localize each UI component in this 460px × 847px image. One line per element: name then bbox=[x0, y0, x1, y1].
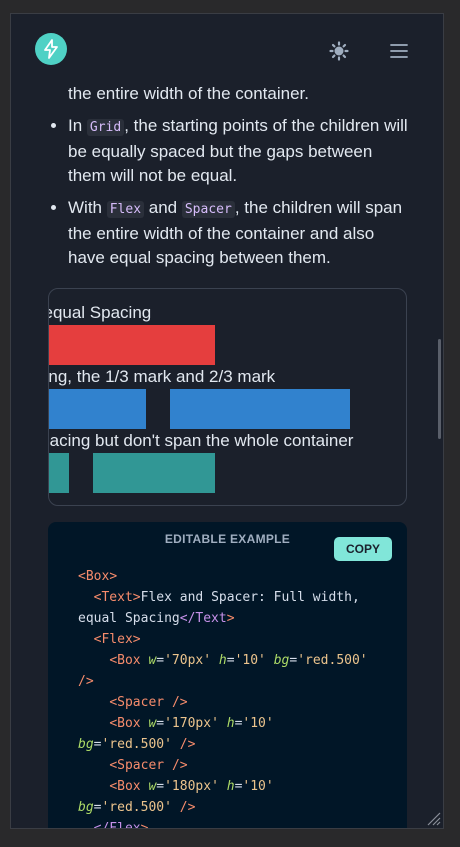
bullet-text: With bbox=[68, 198, 107, 217]
preview-row-title: Grid: The children start at the beginnin… bbox=[48, 367, 276, 386]
preview-teal-box bbox=[49, 453, 69, 493]
hamburger-icon[interactable] bbox=[390, 43, 408, 59]
bullet-list: In Grid, the starting points of the chil… bbox=[51, 114, 408, 278]
preview-blue-box bbox=[49, 389, 146, 429]
code-block[interactable]: <Box> <Text>Flex and Spacer: Full width,… bbox=[78, 566, 368, 828]
paragraph-partial-line: the entire width of the container. bbox=[68, 84, 309, 103]
live-preview[interactable]: Flex and Spacer: Full width, equal Spaci… bbox=[48, 288, 407, 506]
list-item: With Flex and Spacer, the children will … bbox=[68, 196, 408, 270]
bullet-text: and bbox=[144, 198, 182, 217]
top-bar bbox=[11, 14, 443, 84]
preview-row-title: Flex and Spacer: Full width, equal Spaci… bbox=[49, 303, 152, 322]
copy-button[interactable]: COPY bbox=[334, 537, 392, 561]
preview-red-box bbox=[49, 325, 215, 365]
preview-blue-box bbox=[170, 389, 350, 429]
preview-row-title: Grid: The children are have equal spacin… bbox=[49, 431, 354, 450]
scrollbar-thumb[interactable] bbox=[438, 339, 441, 439]
list-item: In Grid, the starting points of the chil… bbox=[68, 114, 408, 188]
inline-code: Grid bbox=[86, 119, 125, 136]
code-editor[interactable]: EDITABLE EXAMPLE COPY <Box> <Text>Flex a… bbox=[48, 522, 407, 828]
preview-teal-box bbox=[93, 453, 215, 493]
app-window: the entire width of the container. In Gr… bbox=[10, 13, 444, 829]
inline-code: Spacer bbox=[181, 201, 235, 218]
bullet-text: In bbox=[68, 116, 87, 135]
inline-code: Flex bbox=[106, 201, 145, 218]
sun-icon[interactable] bbox=[329, 41, 349, 61]
resize-handle-icon[interactable] bbox=[425, 810, 441, 826]
bolt-icon[interactable] bbox=[35, 33, 67, 65]
